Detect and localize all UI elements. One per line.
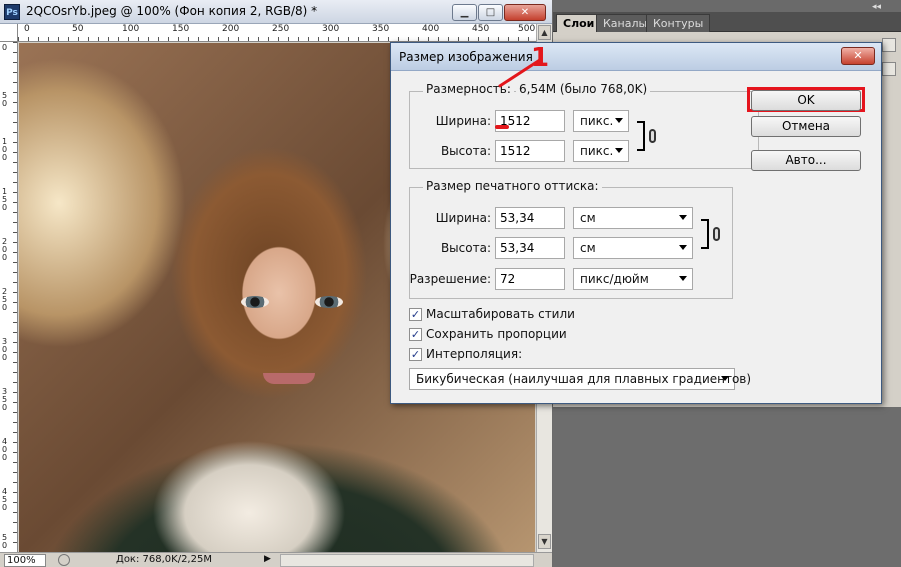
photo-eye-right xyxy=(315,296,343,308)
dialog-title: Размер изображения xyxy=(399,50,533,64)
panel-side-button[interactable] xyxy=(882,38,896,52)
resolution-input[interactable] xyxy=(495,268,565,290)
image-size-dialog: Размер изображения ✕ Размерность: 6,54M … xyxy=(390,42,882,404)
ruler-v-tick: 1 0 0 xyxy=(2,137,8,162)
interpolation-select[interactable]: Бикубическая (наилучшая для плавных град… xyxy=(409,368,751,390)
ruler-v-tick: 2 0 0 xyxy=(2,237,8,262)
panel-collapse-icon[interactable]: ◂◂ xyxy=(872,2,881,12)
document-size-info: Док: 768,0K/2,25M xyxy=(116,554,212,565)
doc-height-unit-select[interactable]: см xyxy=(573,237,693,259)
chevron-down-icon xyxy=(615,118,623,123)
ruler-origin[interactable] xyxy=(0,24,18,42)
doc-width-label: Ширина: xyxy=(435,211,491,225)
photoshop-app-icon: Ps xyxy=(4,4,20,20)
ruler-v-tick: 4 5 0 xyxy=(2,487,8,512)
constrain-proportions-label[interactable]: Сохранить пропорции xyxy=(426,327,567,341)
ruler-h-tick: 50 xyxy=(72,24,84,34)
chain-link-icon xyxy=(713,227,720,241)
horizontal-scrollbar[interactable] xyxy=(280,554,534,567)
resample-label[interactable]: Интерполяция: xyxy=(426,347,522,361)
ruler-h-tick: 150 xyxy=(172,24,190,34)
auto-button[interactable]: Авто... xyxy=(751,150,861,171)
ruler-h-tick: 450 xyxy=(472,24,490,34)
pixel-height-unit-value: пикс. xyxy=(580,144,614,158)
ruler-v-tick: 3 5 0 xyxy=(2,387,8,412)
status-info-icon[interactable] xyxy=(58,554,70,566)
panel-empty-area xyxy=(553,407,901,567)
ruler-h-tick: 350 xyxy=(372,24,390,34)
constrain-proportions-checkbox[interactable]: ✓ xyxy=(409,328,422,341)
chevron-down-icon xyxy=(679,245,687,250)
photo-eye-left xyxy=(241,296,269,308)
document-title: 2QCOsrYb.jpeg @ 100% (Фон копия 2, RGB/8… xyxy=(26,4,318,18)
ruler-v-tick: 1 5 0 xyxy=(2,187,8,212)
ruler-v-tick: 4 0 0 xyxy=(2,437,8,462)
ruler-h-tick: 100 xyxy=(122,24,140,34)
chevron-down-icon xyxy=(679,276,687,281)
interpolation-value: Бикубическая (наилучшая для плавных град… xyxy=(416,372,752,386)
doc-height-unit-value: см xyxy=(580,241,596,255)
scale-styles-label[interactable]: Масштабировать стили xyxy=(426,307,575,321)
doc-width-unit-value: см xyxy=(580,211,596,225)
ruler-h-tick: 250 xyxy=(272,24,290,34)
resolution-unit-value: пикс/дюйм xyxy=(580,272,649,286)
pixel-width-unit-select[interactable]: пикс. xyxy=(573,110,629,132)
ruler-v-tick: 0 xyxy=(2,43,8,52)
status-bar: 100% Док: 768,0K/2,25M ▶ xyxy=(0,552,552,567)
pixel-link-bracket xyxy=(637,121,645,151)
doc-height-label: Высота: xyxy=(440,241,491,255)
pixel-width-label: Ширина: xyxy=(435,114,491,128)
pixel-width-unit-value: пикс. xyxy=(580,114,614,128)
cancel-button[interactable]: Отмена xyxy=(751,116,861,137)
scroll-up-arrow-icon[interactable]: ▲ xyxy=(538,25,551,40)
resolution-label: Разрешение: xyxy=(409,272,491,286)
scroll-down-arrow-icon[interactable]: ▼ xyxy=(538,534,551,549)
scale-styles-checkbox[interactable]: ✓ xyxy=(409,308,422,321)
ruler-h-tick: 200 xyxy=(222,24,240,34)
ruler-v-tick: 3 0 0 xyxy=(2,337,8,362)
doc-height-input[interactable] xyxy=(495,237,565,259)
pixel-height-input[interactable] xyxy=(495,140,565,162)
tab-paths[interactable]: Контуры xyxy=(646,14,711,32)
chevron-down-icon xyxy=(721,376,729,381)
ruler-v-tick: 2 5 0 xyxy=(2,287,8,312)
dialog-close-button[interactable]: ✕ xyxy=(841,47,875,65)
chevron-down-icon xyxy=(615,148,623,153)
ruler-h-tick: 0 xyxy=(24,24,30,34)
pixel-dimensions-value: 6,54M (было 768,0K) xyxy=(516,82,651,96)
photo-mouth xyxy=(263,373,315,384)
chevron-down-icon xyxy=(679,215,687,220)
tab-layers[interactable]: Слои xyxy=(556,14,602,32)
panel-side-button[interactable] xyxy=(882,62,896,76)
ruler-v-tick: 5 0 xyxy=(2,91,8,108)
chain-link-icon xyxy=(649,129,656,143)
minimize-button[interactable]: ▁ xyxy=(452,4,477,21)
doc-width-input[interactable] xyxy=(495,207,565,229)
pixel-height-unit-select[interactable]: пикс. xyxy=(573,140,629,162)
pixel-height-label: Высота: xyxy=(440,144,491,158)
annotation-underline-mark xyxy=(495,125,509,129)
ruler-h-tick: 400 xyxy=(422,24,440,34)
vertical-ruler[interactable]: 0 5 0 1 0 0 1 5 0 2 0 0 2 5 0 3 0 0 3 5 … xyxy=(0,42,18,552)
close-document-button[interactable]: ✕ xyxy=(504,4,546,21)
resample-checkbox[interactable]: ✓ xyxy=(409,348,422,361)
status-menu-arrow-icon[interactable]: ▶ xyxy=(264,554,271,564)
resolution-unit-select[interactable]: пикс/дюйм xyxy=(573,268,693,290)
doc-width-unit-select[interactable]: см xyxy=(573,207,693,229)
horizontal-ruler[interactable]: 0 50 100 150 200 250 300 350 400 450 500 xyxy=(18,24,536,42)
ok-button[interactable]: OK xyxy=(751,90,861,111)
doc-link-bracket xyxy=(701,219,709,249)
ruler-h-tick: 300 xyxy=(322,24,340,34)
zoom-level-field[interactable]: 100% xyxy=(4,554,46,567)
document-size-label: Размер печатного оттиска: xyxy=(423,179,602,193)
ruler-v-tick: 5 0 xyxy=(2,533,8,550)
maximize-button[interactable]: □ xyxy=(478,4,503,21)
ruler-h-tick: 500 xyxy=(518,24,536,34)
